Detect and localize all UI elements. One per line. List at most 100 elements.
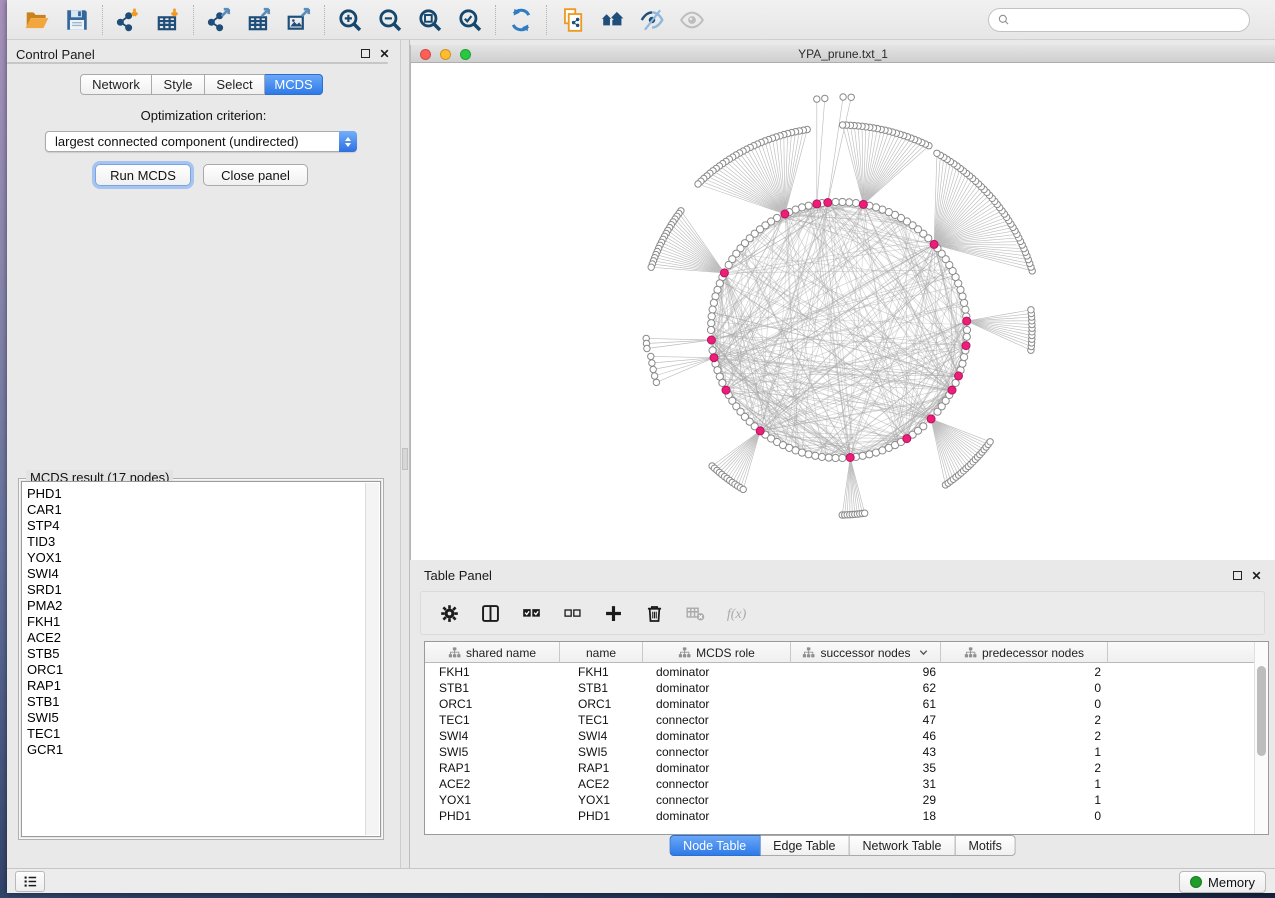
mcds-list-scrollbar[interactable]	[365, 483, 379, 835]
mcds-result-item[interactable]: ACE2	[22, 630, 364, 646]
refresh-button[interactable]	[501, 4, 541, 36]
tab-network-table[interactable]: Network Table	[850, 835, 956, 856]
mcds-result-item[interactable]: SRD1	[22, 582, 364, 598]
deselect-all-button[interactable]	[560, 601, 584, 625]
export-image-button[interactable]	[279, 4, 319, 36]
criterion-dropdown[interactable]: largest connected component (undirected)	[45, 131, 357, 152]
column-header-name[interactable]: name	[560, 642, 643, 663]
network-window-title: YPA_prune.txt_1	[411, 45, 1275, 63]
zoom-in-button[interactable]	[330, 4, 370, 36]
vertical-splitter[interactable]	[400, 40, 410, 868]
import-table-button[interactable]	[148, 4, 188, 36]
mcds-result-item[interactable]: FKH1	[22, 614, 364, 630]
network-canvas[interactable]	[410, 63, 1275, 560]
mcds-result-item[interactable]: TID3	[22, 534, 364, 550]
column-header-successor-nodes[interactable]: successor nodes	[791, 642, 941, 663]
mcds-result-item[interactable]: STB1	[22, 694, 364, 710]
network-graph[interactable]	[411, 63, 1275, 560]
mcds-result-item[interactable]: STP4	[22, 518, 364, 534]
mcds-result-item[interactable]: PMA2	[22, 598, 364, 614]
org-icon	[448, 646, 461, 659]
search-field[interactable]	[988, 8, 1250, 32]
mcds-result-item[interactable]: TEC1	[22, 726, 364, 742]
mcds-result-item[interactable]: SWI5	[22, 710, 364, 726]
task-history-button[interactable]	[15, 871, 45, 892]
tab-mcds[interactable]: MCDS	[265, 74, 323, 95]
scrollbar-thumb[interactable]	[1257, 666, 1266, 756]
tab-node-table[interactable]: Node Table	[669, 835, 760, 856]
column-header-predecessor-nodes[interactable]: predecessor nodes	[941, 642, 1108, 663]
window-minimize-button[interactable]	[440, 49, 451, 60]
mcds-tab-content: Optimization criterion: largest connecte…	[7, 62, 388, 64]
memory-button[interactable]: Memory	[1179, 871, 1266, 893]
table-scrollbar[interactable]	[1254, 642, 1268, 834]
app-window: Control Panel NetworkStyleSelectMCDS Opt…	[7, 0, 1275, 893]
mcds-result-item[interactable]: CAR1	[22, 502, 364, 518]
tab-style[interactable]: Style	[152, 74, 205, 95]
table-toolbar: f(x)	[420, 591, 1265, 635]
zoom-selected-button[interactable]	[450, 4, 490, 36]
cell-shared-name: TEC1	[425, 713, 560, 727]
table-row[interactable]: FKH1FKH1dominator962	[425, 664, 1254, 680]
control-panel-tabs: NetworkStyleSelectMCDS	[80, 74, 323, 95]
export-table-button[interactable]	[239, 4, 279, 36]
columns-button[interactable]	[478, 601, 502, 625]
open-button[interactable]	[17, 4, 57, 36]
mcds-result-item[interactable]: ORC1	[22, 662, 364, 678]
mcds-result-item[interactable]: PHD1	[22, 486, 364, 502]
table-row[interactable]: PHD1PHD1dominator180	[425, 808, 1254, 824]
mcds-result-item[interactable]: GCR1	[22, 742, 364, 758]
column-header-shared-name[interactable]: shared name	[425, 642, 560, 663]
refresh-icon	[508, 7, 534, 33]
window-close-button[interactable]	[420, 49, 431, 60]
control-panel-title: Control Panel	[7, 40, 400, 62]
open-icon	[24, 7, 50, 33]
mcds-result-item[interactable]: YOX1	[22, 550, 364, 566]
mcds-result-item[interactable]: RAP1	[22, 678, 364, 694]
mcds-result-group: MCDS result (17 nodes) PHD1CAR1STP4TID3Y…	[18, 478, 384, 840]
table-row[interactable]: ACE2ACE2connector311	[425, 776, 1254, 792]
window-zoom-button[interactable]	[460, 49, 471, 60]
first-neighbors-button[interactable]	[592, 4, 632, 36]
mcds-result-list[interactable]: PHD1CAR1STP4TID3YOX1SWI4SRD1PMA2FKH1ACE2…	[21, 481, 381, 837]
tab-network[interactable]: Network	[80, 74, 152, 95]
tab-edge-table[interactable]: Edge Table	[760, 835, 849, 856]
trash-button[interactable]	[642, 601, 666, 625]
close-panel-button[interactable]: Close panel	[203, 164, 308, 186]
add-button[interactable]	[601, 601, 625, 625]
table-row[interactable]: SWI4SWI4dominator462	[425, 728, 1254, 744]
import-network-button[interactable]	[108, 4, 148, 36]
select-all-button[interactable]	[519, 601, 543, 625]
search-input[interactable]	[1016, 13, 1241, 27]
clone-network-button[interactable]	[552, 4, 592, 36]
mcds-result-item[interactable]: SWI4	[22, 566, 364, 582]
cell-successor-nodes: 62	[791, 681, 941, 695]
table-row[interactable]: RAP1RAP1dominator352	[425, 760, 1254, 776]
save-button[interactable]	[57, 4, 97, 36]
table-row[interactable]: ORC1ORC1dominator610	[425, 696, 1254, 712]
tab-motifs[interactable]: Motifs	[955, 835, 1015, 856]
cell-name: YOX1	[560, 793, 643, 807]
float-panel-icon[interactable]	[361, 49, 370, 58]
table-row[interactable]: STB1STB1dominator620	[425, 680, 1254, 696]
mcds-result-item[interactable]: STB5	[22, 646, 364, 662]
toggle-style-button[interactable]	[632, 4, 672, 36]
gear-button[interactable]	[437, 601, 461, 625]
table-row[interactable]: YOX1YOX1connector291	[425, 792, 1254, 808]
table-row[interactable]: TEC1TEC1connector472	[425, 712, 1254, 728]
close-table-panel-icon[interactable]	[1251, 570, 1262, 581]
first-neighbors-icon	[599, 7, 625, 33]
export-network-button[interactable]	[199, 4, 239, 36]
splitter-handle-icon[interactable]	[402, 448, 408, 470]
tab-select[interactable]: Select	[205, 74, 265, 95]
right-pane: YPA_prune.txt_1 Table Panel f(x) shared …	[410, 40, 1275, 868]
zoom-fit-button[interactable]	[410, 4, 450, 36]
close-panel-icon[interactable]	[379, 48, 390, 59]
zoom-out-button[interactable]	[370, 4, 410, 36]
horizontal-splitter[interactable]	[410, 560, 1275, 563]
run-mcds-button[interactable]: Run MCDS	[95, 164, 191, 186]
table-row[interactable]: SWI5SWI5connector431	[425, 744, 1254, 760]
float-table-panel-icon[interactable]	[1233, 571, 1242, 580]
column-header-MCDS-role[interactable]: MCDS role	[643, 642, 791, 663]
network-window-titlebar[interactable]: YPA_prune.txt_1	[410, 45, 1275, 63]
